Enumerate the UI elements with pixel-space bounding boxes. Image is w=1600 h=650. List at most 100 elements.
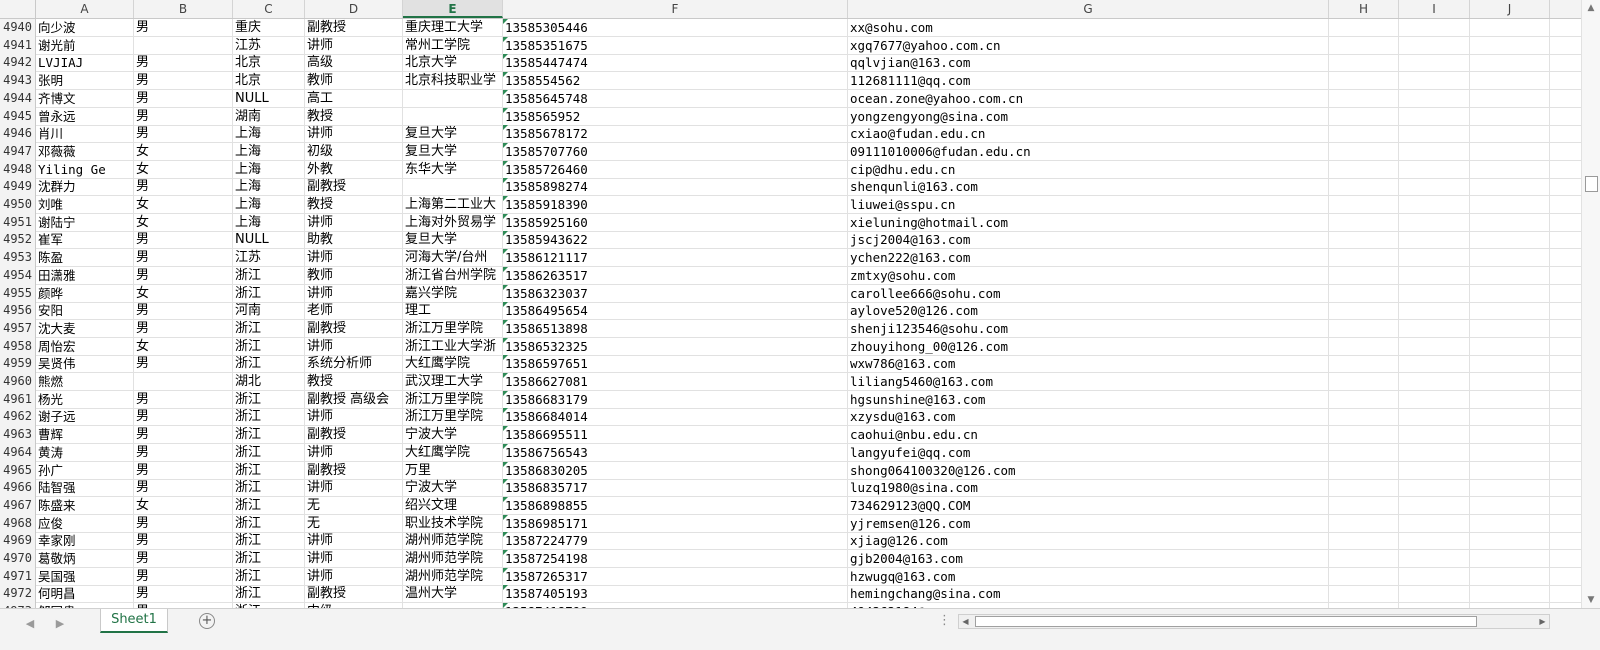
cell-a[interactable]: 陈盈 — [36, 249, 134, 268]
cell-d[interactable]: 系统分析师 — [305, 355, 403, 374]
cell-a[interactable]: 曹辉 — [36, 426, 134, 445]
cell-g[interactable]: yjremsen@126.com — [848, 514, 1329, 533]
cell-f[interactable]: 13586684014 — [503, 408, 848, 427]
column-header-j[interactable]: J — [1470, 0, 1550, 18]
cell-a[interactable]: 黄涛 — [36, 443, 134, 462]
column-header-b[interactable]: B — [134, 0, 233, 18]
cell-b[interactable]: 男 — [134, 89, 233, 108]
cell-g[interactable]: qqlvjian@163.com — [848, 54, 1329, 73]
cell-f[interactable]: 13587224779 — [503, 532, 848, 551]
cell-g[interactable]: hzwugq@163.com — [848, 567, 1329, 586]
row-header[interactable]: 4968 — [0, 514, 36, 533]
row-header[interactable]: 4947 — [0, 142, 36, 161]
cell-d[interactable]: 外教 — [305, 160, 403, 179]
row-header[interactable]: 4972 — [0, 585, 36, 604]
cell-c[interactable]: 浙江 — [233, 337, 305, 356]
cell-a[interactable]: 颜晔 — [36, 284, 134, 303]
cell-e[interactable]: 湖州师范学院 — [403, 550, 503, 568]
cell-c[interactable]: 浙江 — [233, 266, 305, 285]
cell-e[interactable]: 浙江万里学院 — [403, 408, 503, 427]
cell-d[interactable]: 教授 — [305, 107, 403, 126]
cell-d[interactable]: 老师 — [305, 302, 403, 321]
cell-d[interactable]: 助教 — [305, 231, 403, 250]
row-header[interactable]: 4950 — [0, 196, 36, 214]
cell-e[interactable]: 东华大学 — [403, 160, 503, 179]
cell-b[interactable]: 男 — [134, 302, 233, 321]
column-header-i[interactable]: I — [1399, 0, 1470, 18]
cell-f[interactable]: 13586263517 — [503, 266, 848, 285]
scroll-left-icon[interactable]: ◀ — [959, 615, 972, 628]
row-header[interactable]: 4955 — [0, 284, 36, 303]
row-header[interactable]: 4966 — [0, 479, 36, 498]
cell-f[interactable]: 13586695511 — [503, 426, 848, 445]
cell-f[interactable]: 13585305446 — [503, 19, 848, 37]
column-header-h[interactable]: H — [1329, 0, 1399, 18]
cell-c[interactable]: 浙江 — [233, 355, 305, 374]
row-header[interactable]: 4970 — [0, 550, 36, 568]
cell-e[interactable] — [403, 107, 503, 126]
cell-b[interactable]: 男 — [134, 514, 233, 533]
row-header[interactable]: 4952 — [0, 231, 36, 250]
column-header-f[interactable]: F — [503, 0, 848, 18]
cell-f[interactable]: 13586597651 — [503, 355, 848, 374]
cell-a[interactable]: 谢子远 — [36, 408, 134, 427]
row-header[interactable]: 4944 — [0, 89, 36, 108]
cell-e[interactable]: 理工 — [403, 302, 503, 321]
cell-a[interactable]: 何明昌 — [36, 585, 134, 604]
cell-g[interactable]: xzysdu@163.com — [848, 408, 1329, 427]
cell-a[interactable]: 肖川 — [36, 125, 134, 144]
cell-g[interactable]: cxiao@fudan.edu.cn — [848, 125, 1329, 144]
cell-a[interactable]: 沈群力 — [36, 178, 134, 197]
row-header[interactable]: 4956 — [0, 302, 36, 321]
prev-sheet-icon[interactable]: ◀ — [22, 617, 38, 630]
cell-a[interactable]: LVJIAJ — [36, 54, 134, 73]
cell-f[interactable]: 13586835717 — [503, 479, 848, 498]
row-header[interactable]: 4940 — [0, 19, 36, 37]
cell-c[interactable]: 重庆 — [233, 19, 305, 37]
cell-d[interactable]: 讲师 — [305, 567, 403, 586]
cell-b[interactable]: 男 — [134, 390, 233, 409]
cell-a[interactable]: 杨光 — [36, 390, 134, 409]
scroll-down-icon[interactable]: ▼ — [1582, 592, 1600, 608]
column-header-g[interactable]: G — [848, 0, 1329, 18]
cell-e[interactable] — [403, 89, 503, 108]
cell-d[interactable]: 无 — [305, 514, 403, 533]
cell-a[interactable]: 齐博文 — [36, 89, 134, 108]
cell-b[interactable]: 男 — [134, 550, 233, 568]
cell-g[interactable]: luzq1980@sina.com — [848, 479, 1329, 498]
cell-a[interactable]: 曾永远 — [36, 107, 134, 126]
cell-b[interactable]: 女 — [134, 213, 233, 232]
cell-b[interactable]: 男 — [134, 107, 233, 126]
cell-a[interactable]: 周怡宏 — [36, 337, 134, 356]
cell-e[interactable]: 复旦大学 — [403, 125, 503, 144]
cell-c[interactable]: 浙江 — [233, 426, 305, 445]
cell-g[interactable]: 09111010006@fudan.edu.cn — [848, 142, 1329, 161]
cell-f[interactable]: 13585726460 — [503, 160, 848, 179]
cell-a[interactable]: 吴贤伟 — [36, 355, 134, 374]
cell-c[interactable]: 浙江 — [233, 532, 305, 551]
cell-e[interactable]: 武汉理工大学 — [403, 373, 503, 391]
cell-d[interactable]: 讲师 — [305, 479, 403, 498]
cell-g[interactable]: shong064100320@126.com — [848, 461, 1329, 480]
cell-f[interactable]: 1358554562 — [503, 72, 848, 91]
row-header[interactable]: 4958 — [0, 337, 36, 356]
cell-g[interactable]: caohui@nbu.edu.cn — [848, 426, 1329, 445]
cell-e[interactable]: 浙江万里学院 — [403, 390, 503, 409]
cell-b[interactable]: 男 — [134, 231, 233, 250]
cell-a[interactable]: 熊燃 — [36, 373, 134, 391]
cell-b[interactable] — [134, 373, 233, 391]
cell-c[interactable]: 浙江 — [233, 390, 305, 409]
cell-c[interactable]: 浙江 — [233, 514, 305, 533]
row-header[interactable]: 4960 — [0, 373, 36, 391]
cell-b[interactable]: 女 — [134, 160, 233, 179]
cell-e[interactable]: 复旦大学 — [403, 142, 503, 161]
cell-b[interactable]: 男 — [134, 532, 233, 551]
cell-f[interactable]: 13586323037 — [503, 284, 848, 303]
cell-g[interactable]: ychen222@163.com — [848, 249, 1329, 268]
cell-a[interactable]: 田潇雅 — [36, 266, 134, 285]
cell-e[interactable]: 嘉兴学院 — [403, 284, 503, 303]
cell-f[interactable]: 1358565952 — [503, 107, 848, 126]
cell-d[interactable]: 讲师 — [305, 284, 403, 303]
row-header[interactable]: 4969 — [0, 532, 36, 551]
cell-d[interactable]: 讲师 — [305, 213, 403, 232]
